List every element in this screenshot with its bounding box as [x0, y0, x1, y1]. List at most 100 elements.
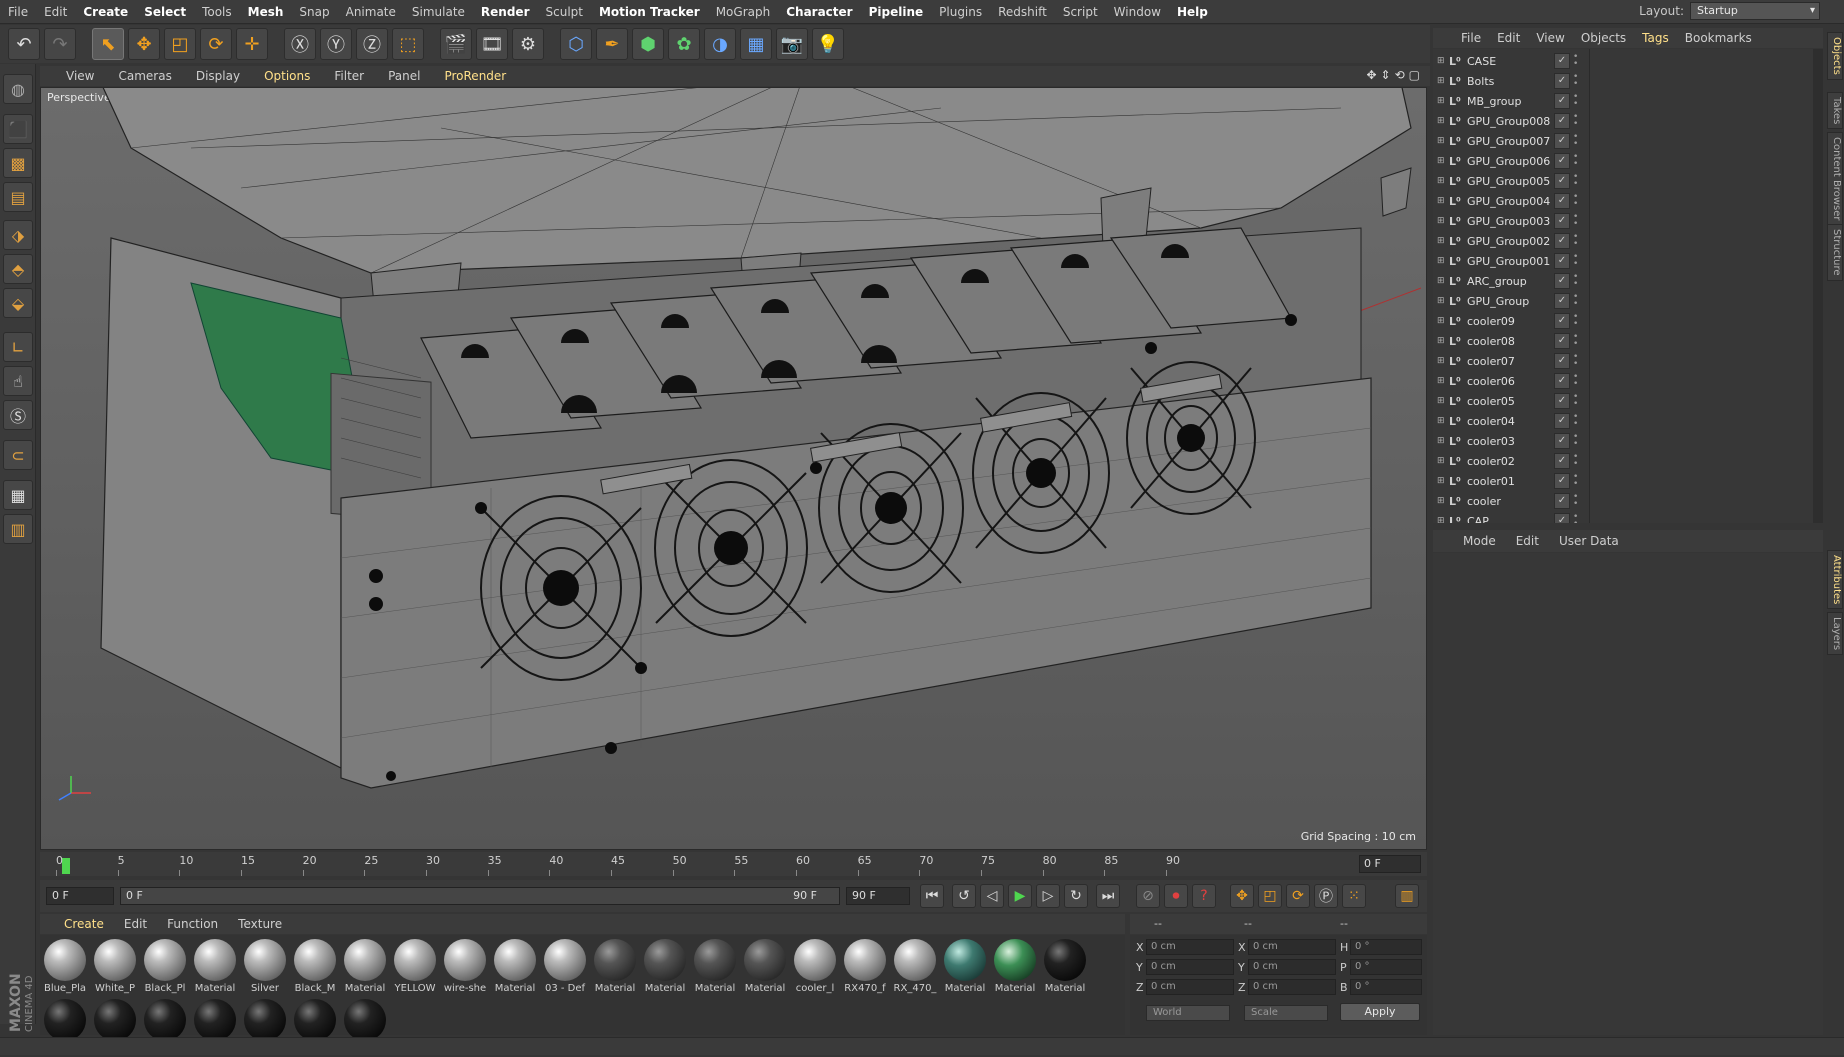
visibility-dots-icon[interactable]: •• — [1573, 513, 1578, 524]
snap-icon[interactable]: Ⓢ — [3, 400, 33, 430]
visibility-dots-icon[interactable]: •• — [1573, 333, 1578, 349]
object-name[interactable]: GPU_Group004 — [1467, 195, 1567, 208]
expand-icon[interactable]: ⊞ — [1437, 96, 1449, 106]
material-swatch[interactable]: Black_M — [292, 937, 338, 997]
next-frame-icon[interactable]: ▷ — [1036, 884, 1060, 908]
z-axis-lock-icon[interactable]: Ⓩ — [356, 28, 388, 60]
menu-redshift[interactable]: Redshift — [990, 0, 1055, 24]
layer-toggle-icon[interactable]: ✓ — [1554, 333, 1570, 349]
layer-toggle-icon[interactable]: ✓ — [1554, 73, 1570, 89]
y-size-field[interactable]: 0 cm — [1248, 959, 1336, 975]
object-name[interactable]: GPU_Group002 — [1467, 235, 1567, 248]
pen-spline-icon[interactable]: ✒ — [596, 28, 628, 60]
h-rotation-field[interactable]: 0 ° — [1350, 939, 1422, 955]
object-row[interactable]: ⊞ L⁰ cooler06 ✓ • • — [1433, 371, 1813, 391]
tab-takes[interactable]: Takes — [1827, 92, 1843, 130]
deformer-icon[interactable]: ◑ — [704, 28, 736, 60]
workplane-lock-icon[interactable]: ▦ — [3, 480, 33, 510]
visibility-dots-icon[interactable]: •• — [1573, 73, 1578, 89]
object-name[interactable]: CASE — [1467, 55, 1567, 68]
record-rotation-icon[interactable]: ⟳ — [1286, 884, 1310, 908]
object-row[interactable]: ⊞ L⁰ cooler03 ✓ • • — [1433, 431, 1813, 451]
layer-toggle-icon[interactable]: ✓ — [1554, 233, 1570, 249]
material-swatch[interactable]: Blue_Pla — [42, 937, 88, 997]
object-name[interactable]: ARC_group — [1467, 275, 1567, 288]
layer-toggle-icon[interactable]: ✓ — [1554, 433, 1570, 449]
material-swatch[interactable]: cooler_l — [792, 937, 838, 997]
visibility-dots-icon[interactable]: •• — [1573, 133, 1578, 149]
visibility-dots-icon[interactable]: •• — [1573, 453, 1578, 469]
material-swatch[interactable]: Material — [992, 937, 1038, 997]
material-swatch[interactable]: RX470_f — [842, 937, 888, 997]
object-name[interactable]: cooler01 — [1467, 475, 1567, 488]
planar-workplane-icon[interactable]: ▥ — [3, 514, 33, 544]
axis-mode-icon[interactable]: ∟ — [3, 332, 33, 362]
expand-icon[interactable]: ⊞ — [1437, 196, 1449, 206]
material-swatch[interactable]: Material — [692, 937, 738, 997]
expand-icon[interactable]: ⊞ — [1437, 116, 1449, 126]
layer-toggle-icon[interactable]: ✓ — [1554, 413, 1570, 429]
layer-toggle-icon[interactable]: ✓ — [1554, 213, 1570, 229]
object-name[interactable]: cooler06 — [1467, 375, 1567, 388]
object-name[interactable]: GPU_Group007 — [1467, 135, 1567, 148]
menu-file[interactable]: File — [0, 0, 36, 24]
attributes-menu-edit[interactable]: Edit — [1506, 534, 1549, 548]
move-icon[interactable]: ✥ — [128, 28, 160, 60]
layer-toggle-icon[interactable]: ✓ — [1554, 113, 1570, 129]
material-menu-edit[interactable]: Edit — [114, 917, 157, 931]
object-name[interactable]: GPU_Group008 — [1467, 115, 1567, 128]
menu-help[interactable]: Help — [1169, 0, 1216, 24]
x-axis-lock-icon[interactable]: Ⓧ — [284, 28, 316, 60]
material-swatch[interactable]: Material — [492, 937, 538, 997]
visibility-dots-icon[interactable]: •• — [1573, 93, 1578, 109]
attributes-menu-user-data[interactable]: User Data — [1549, 534, 1629, 548]
menu-tools[interactable]: Tools — [194, 0, 240, 24]
material-swatch[interactable]: 03 - Def — [542, 937, 588, 997]
visibility-dots-icon[interactable]: •• — [1573, 493, 1578, 509]
material-swatch[interactable]: wire-she — [442, 937, 488, 997]
object-menu-bookmarks[interactable]: Bookmarks — [1677, 31, 1760, 45]
object-row[interactable]: ⊞ L⁰ GPU_Group005 ✓ • • — [1433, 171, 1813, 191]
object-row[interactable]: ⊞ L⁰ GPU_Group003 ✓ • • — [1433, 211, 1813, 231]
object-name[interactable]: MB_group — [1467, 95, 1567, 108]
x-position-field[interactable]: 0 cm — [1146, 939, 1234, 955]
magnet-icon[interactable]: ⊂ — [3, 440, 33, 470]
record-position-icon[interactable]: ✥ — [1230, 884, 1254, 908]
previous-key-icon[interactable]: ↺ — [952, 884, 976, 908]
tab-layers[interactable]: Layers — [1827, 612, 1843, 656]
p-rotation-field[interactable]: 0 ° — [1350, 959, 1422, 975]
perspective-viewport[interactable]: Perspective Grid Spacing: 10 cm — [40, 87, 1427, 850]
rotate-icon[interactable]: ⟳ — [200, 28, 232, 60]
expand-icon[interactable]: ⊞ — [1437, 236, 1449, 246]
layer-toggle-icon[interactable]: ✓ — [1554, 153, 1570, 169]
material-swatch[interactable]: White_P — [92, 937, 138, 997]
visibility-dots-icon[interactable]: •• — [1573, 473, 1578, 489]
menu-motion-tracker[interactable]: Motion Tracker — [591, 0, 708, 24]
menu-pipeline[interactable]: Pipeline — [861, 0, 932, 24]
object-name[interactable]: cooler07 — [1467, 355, 1567, 368]
timeline-ruler[interactable]: 0 5 10 15 20 25 30 35 40 45 50 55 60 65 70 75 80 85 90 0 F — [40, 852, 1427, 876]
object-name[interactable]: GPU_Group001 — [1467, 255, 1567, 268]
expand-icon[interactable]: ⊞ — [1437, 516, 1449, 523]
object-row[interactable]: ⊞ L⁰ cooler ✓ • • — [1433, 491, 1813, 511]
expand-icon[interactable]: ⊞ — [1437, 316, 1449, 326]
menu-mesh[interactable]: Mesh — [240, 0, 292, 24]
expand-icon[interactable]: ⊞ — [1437, 436, 1449, 446]
expand-icon[interactable]: ⊞ — [1437, 496, 1449, 506]
object-row[interactable]: ⊞L⁰ CAP✓•• — [1433, 511, 1813, 523]
viewport-navigation-icons[interactable]: ✥⇕⟲▢ — [1366, 68, 1424, 82]
camera-icon[interactable]: 📷 — [776, 28, 808, 60]
visibility-dots-icon[interactable]: •• — [1573, 173, 1578, 189]
object-row[interactable]: ⊞ L⁰ GPU_Group001 ✓ • • — [1433, 251, 1813, 271]
layer-toggle-icon[interactable]: ✓ — [1554, 193, 1570, 209]
object-row[interactable]: ⊞ L⁰ CASE ✓ • • — [1433, 51, 1813, 71]
menu-simulate[interactable]: Simulate — [404, 0, 473, 24]
points-mode-icon[interactable]: ⬗ — [3, 220, 33, 250]
cube-icon[interactable]: ⬡ — [560, 28, 592, 60]
material-swatch[interactable]: Material — [942, 937, 988, 997]
attributes-menu-mode[interactable]: Mode — [1453, 534, 1506, 548]
live-selection-icon[interactable]: ⬉ — [92, 28, 124, 60]
scale-icon[interactable]: ◰ — [164, 28, 196, 60]
layer-toggle-icon[interactable]: ✓ — [1554, 453, 1570, 469]
record-scale-icon[interactable]: ◰ — [1258, 884, 1282, 908]
